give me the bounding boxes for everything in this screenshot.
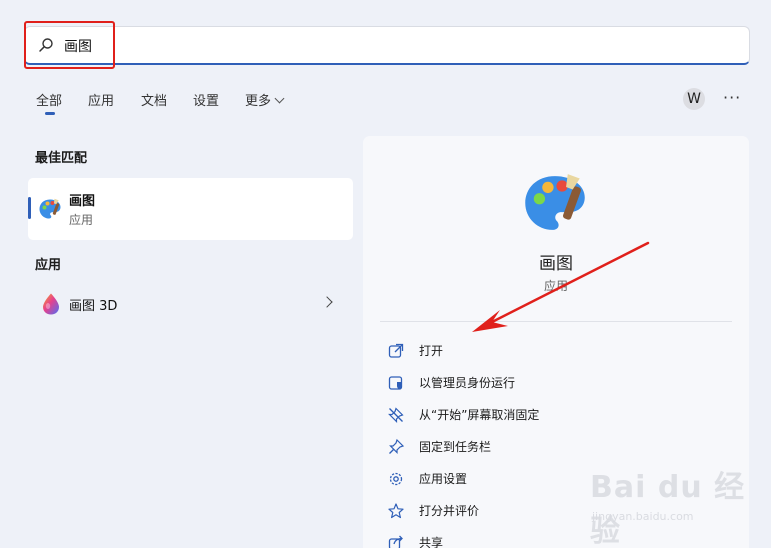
more-options-button[interactable]: ··· — [723, 88, 741, 107]
red-arrow-annotation — [472, 241, 650, 332]
apps-section-title: 应用 — [35, 258, 62, 273]
action-pin-taskbar[interactable]: 固定到任务栏 — [387, 436, 727, 458]
best-match-item[interactable] — [28, 178, 353, 240]
best-match-subtitle: 应用 — [69, 213, 94, 227]
tab-documents[interactable]: 文档 — [141, 90, 167, 109]
share-icon — [388, 535, 403, 548]
action-open[interactable]: 打开 — [387, 340, 727, 362]
app-name-paint-3d: 画图 3D — [69, 299, 118, 314]
open-external-icon — [388, 343, 404, 358]
paint-3d-icon — [43, 293, 59, 315]
tab-more[interactable]: 更多 — [245, 90, 285, 109]
tab-settings[interactable]: 设置 — [193, 90, 219, 109]
search-window: 画图 全部 应用 文档 设置 更多 W ··· 最佳匹配 画图 应用 应用 画图… — [0, 0, 771, 548]
unpin-icon — [388, 407, 404, 423]
chevron-down-icon — [274, 93, 285, 104]
selection-indicator — [28, 197, 31, 219]
action-label: 共享 — [419, 536, 444, 548]
tab-all[interactable]: 全部 — [36, 90, 62, 109]
avatar[interactable]: W — [683, 88, 705, 110]
action-label: 固定到任务栏 — [419, 440, 492, 454]
watermark: Bai du 经验 jingyan.baidu.com — [590, 462, 760, 548]
action-label: 打分并评价 — [419, 504, 480, 518]
best-match-title: 最佳匹配 — [35, 151, 88, 166]
search-highlight-annotation — [24, 21, 115, 69]
action-run-as-admin[interactable]: 以管理员身份运行 — [387, 372, 727, 394]
chevron-right-icon[interactable] — [321, 296, 333, 308]
action-label: 应用设置 — [419, 472, 468, 486]
gear-icon — [389, 472, 403, 486]
action-label: 以管理员身份运行 — [419, 376, 516, 390]
watermark-brand: Bai du 经验 — [590, 470, 746, 548]
action-unpin-start[interactable]: 从“开始”屏幕取消固定 — [387, 404, 727, 426]
paint-app-icon — [39, 198, 61, 219]
tab-more-label: 更多 — [245, 94, 272, 109]
active-tab-indicator — [45, 112, 55, 115]
action-label: 打开 — [419, 344, 444, 358]
pin-icon — [389, 438, 405, 454]
search-input[interactable] — [24, 26, 750, 65]
action-label: 从“开始”屏幕取消固定 — [419, 408, 540, 422]
paint-app-large-icon — [525, 174, 585, 230]
watermark-url: jingyan.baidu.com — [592, 510, 694, 523]
best-match-name: 画图 — [69, 194, 96, 209]
shield-icon — [388, 376, 403, 390]
tab-apps[interactable]: 应用 — [88, 90, 114, 109]
star-icon — [388, 503, 404, 519]
